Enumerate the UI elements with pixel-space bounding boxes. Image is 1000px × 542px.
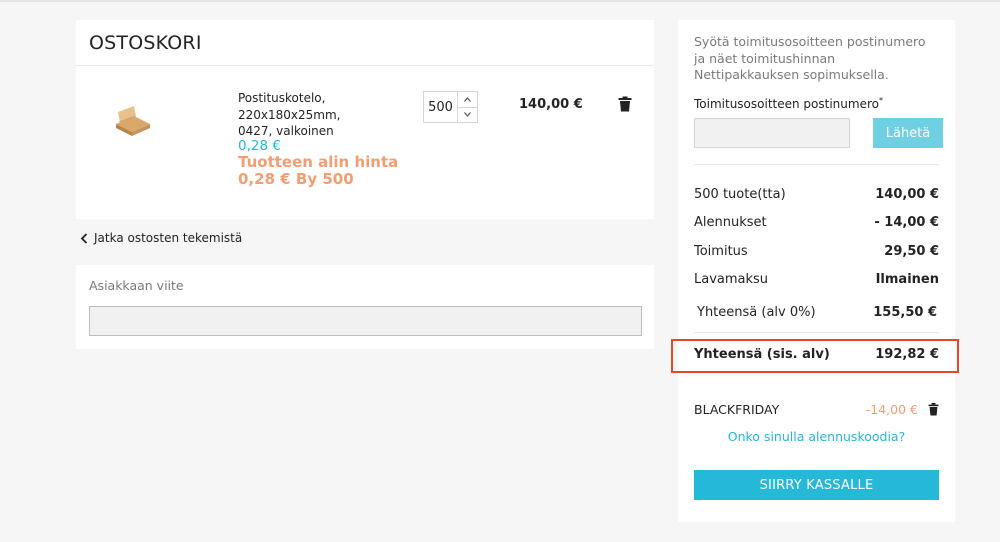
voucher-row: BLACKFRIDAY -14,00 € [694, 402, 939, 417]
summary-row-shipping: Toimitus 29,50 € [694, 244, 939, 259]
order-summary-panel: Syötä toimitusosoitteen postinumero ja n… [678, 20, 955, 522]
summary-divider [694, 332, 939, 333]
min-price-note: Tuotteen alin hinta 0,28 € By 500 [238, 154, 418, 188]
cart-panel: OSTOSKORI Postituskotelo, 220x180x25mm, … [76, 20, 654, 219]
quantity-input[interactable] [424, 92, 457, 122]
summary-value: 155,50 € [873, 305, 937, 320]
summary-row-discounts: Alennukset - 14,00 € [694, 215, 939, 230]
continue-shopping-link[interactable]: Jatka ostosten tekemistä [80, 231, 242, 245]
grand-total-row: Yhteensä (sis. alv) 192,82 € [694, 347, 939, 362]
summary-value: Ilmainen [875, 272, 939, 287]
cart-divider [76, 65, 654, 66]
grand-total-label: Yhteensä (sis. alv) [694, 347, 830, 362]
summary-row-total-ex-vat: Yhteensä (alv 0%) 155,50 € [697, 305, 937, 320]
zip-label-text: Toimitusosoitteen postinumero [694, 97, 879, 111]
voucher-code: BLACKFRIDAY [694, 402, 780, 417]
quantity-stepper [423, 91, 478, 123]
quantity-increase-button[interactable] [457, 92, 477, 108]
trash-icon[interactable] [928, 403, 939, 416]
customer-reference-label: Asiakkaan viite [89, 278, 184, 293]
continue-shopping-label: Jatka ostosten tekemistä [94, 231, 243, 245]
cart-title: OSTOSKORI [89, 32, 202, 54]
summary-value: - 14,00 € [874, 215, 939, 230]
product-thumbnail[interactable] [112, 102, 152, 140]
promo-code-link[interactable]: Onko sinulla alennuskoodia? [678, 429, 955, 444]
summary-label: Lavamaksu [694, 272, 769, 287]
summary-row-products: 500 tuote(tta) 140,00 € [694, 187, 939, 202]
checkout-button[interactable]: SIIRRY KASSALLE [694, 470, 939, 500]
customer-reference-panel: Asiakkaan viite [76, 265, 654, 349]
summary-value: 140,00 € [875, 187, 939, 202]
summary-label: 500 tuote(tta) [694, 187, 786, 202]
required-mark: * [878, 96, 883, 105]
summary-row-pallet-fee: Lavamaksu Ilmainen [694, 272, 939, 287]
summary-value: 29,50 € [884, 244, 939, 259]
min-price-value: 0,28 € By 500 [238, 170, 354, 188]
chevron-left-icon [80, 232, 88, 244]
zip-input[interactable] [694, 118, 850, 148]
shipping-info-text: Syötä toimitusosoitteen postinumero ja n… [694, 34, 926, 82]
quantity-arrows [457, 92, 477, 122]
quantity-decrease-button[interactable] [457, 107, 477, 122]
send-zip-button[interactable]: Lähetä [873, 118, 943, 148]
chevron-down-icon [464, 112, 471, 118]
trash-icon[interactable] [618, 96, 632, 112]
summary-label: Yhteensä (alv 0%) [697, 305, 816, 320]
min-price-label: Tuotteen alin hinta [238, 153, 399, 171]
line-total: 140,00 € [519, 97, 583, 112]
summary-label: Alennukset [694, 215, 767, 230]
product-name[interactable]: Postituskotelo, 220x180x25mm, 0427, valk… [238, 90, 378, 140]
zip-label: Toimitusosoitteen postinumero* [694, 96, 883, 111]
top-border [0, 0, 1000, 2]
customer-reference-input[interactable] [89, 306, 642, 336]
unit-price: 0,28 € [238, 138, 281, 154]
grand-total-value: 192,82 € [875, 347, 939, 362]
summary-divider [694, 164, 939, 165]
voucher-amount: -14,00 € [865, 402, 918, 417]
summary-label: Toimitus [694, 244, 748, 259]
chevron-up-icon [464, 96, 471, 102]
